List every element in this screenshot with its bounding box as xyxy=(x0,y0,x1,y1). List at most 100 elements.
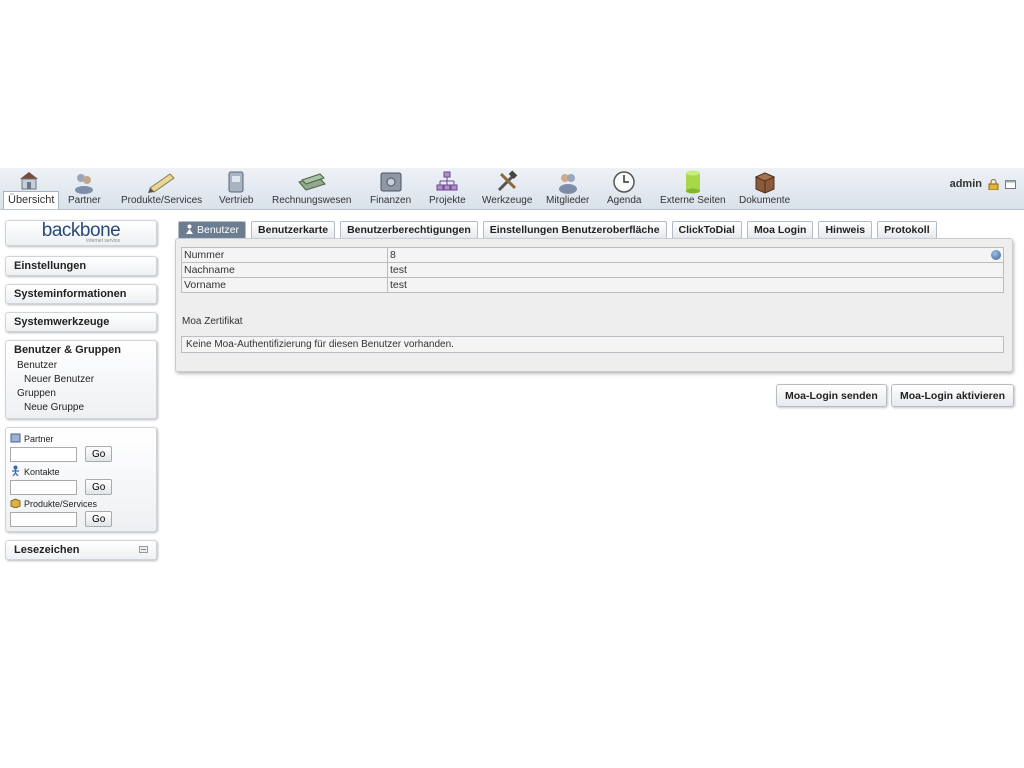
table-row: Vorname test xyxy=(181,277,1004,293)
user-area: admin xyxy=(950,178,1016,190)
field-value-text: 8 xyxy=(390,249,396,261)
field-label-vorname: Vorname xyxy=(181,277,388,293)
hierarchy-icon xyxy=(435,170,459,194)
search-label-partner: Partner xyxy=(10,433,152,445)
tab-moa-login[interactable]: Moa Login xyxy=(746,221,814,238)
box-icon xyxy=(753,170,777,194)
search-label-text: Kontakte xyxy=(24,466,60,477)
moa-certificate-message: Keine Moa-Authentifizierung für diesen B… xyxy=(181,336,1004,353)
tab-einstellungen-benutzeroberflaeche[interactable]: Einstellungen Benutzeroberfläche xyxy=(482,221,667,238)
search-label-produkte: Produkte/Services xyxy=(10,498,152,510)
user-detail-panel: Nummer 8 Nachname test Vorname test Moa … xyxy=(175,238,1013,372)
cylinder-icon xyxy=(683,170,703,194)
moa-login-activate-button[interactable]: Moa-Login aktivieren xyxy=(891,384,1015,407)
table-row: Nummer 8 xyxy=(181,247,1004,263)
nav-item-agenda[interactable]: Agenda xyxy=(607,170,641,206)
tools-icon xyxy=(495,170,519,194)
bookmarks-header: Lesezeichen xyxy=(6,541,156,559)
nav-label: Partner xyxy=(68,195,101,206)
moa-certificate-title: Moa Zertifikat xyxy=(182,316,243,327)
partner-go-button[interactable]: Go xyxy=(85,446,113,462)
tab-benutzerberechtigungen[interactable]: Benutzerberechtigungen xyxy=(340,221,478,238)
search-label-text: Produkte/Services xyxy=(24,499,98,509)
field-value-nachname: test xyxy=(387,262,1004,278)
partner-search-input[interactable] xyxy=(10,446,77,462)
nav-item-dokumente[interactable]: Dokumente xyxy=(739,170,790,206)
quick-search: Partner Go Kontakte Go Produkte/Services… xyxy=(5,427,157,532)
members-icon xyxy=(556,170,580,194)
sidebar-item-einstellungen[interactable]: Einstellungen xyxy=(5,256,157,276)
sidebar-item-label: Systeminformationen xyxy=(14,288,127,300)
sidebar: backbone internet service Einstellungen … xyxy=(5,220,157,568)
produkte-search-input[interactable] xyxy=(10,511,77,527)
window-icon[interactable] xyxy=(1005,179,1016,190)
nav-item-finanzen[interactable]: Finanzen xyxy=(370,170,411,206)
nav-item-produkte-services[interactable]: Produkte/Services xyxy=(121,170,202,206)
sidebar-item-label: Systemwerkzeuge xyxy=(14,316,110,328)
money-icon xyxy=(296,170,328,194)
nav-item-vertrieb[interactable]: Vertrieb xyxy=(219,170,253,206)
info-icon[interactable] xyxy=(991,250,1001,260)
bookmarks-label: Lesezeichen xyxy=(14,544,80,556)
sidebar-link-neue-gruppe[interactable]: Neue Gruppe xyxy=(6,401,156,415)
safe-icon xyxy=(379,170,403,194)
nav-item-mitglieder[interactable]: Mitglieder xyxy=(546,170,589,206)
tab-label: Benutzer xyxy=(197,224,240,236)
sidebar-item-systeminformationen[interactable]: Systeminformationen xyxy=(5,284,157,304)
nav-label: Rechnungswesen xyxy=(272,195,352,206)
sidebar-item-label: Einstellungen xyxy=(14,260,87,272)
nav-label: Projekte xyxy=(429,195,466,206)
house-icon xyxy=(17,169,41,193)
search-row-kontakte: Go xyxy=(10,479,152,495)
sidebar-link-neuer-benutzer[interactable]: Neuer Benutzer xyxy=(6,373,156,387)
nav-label: Mitglieder xyxy=(546,195,590,206)
sidebar-bookmarks[interactable]: Lesezeichen xyxy=(5,540,157,560)
search-row-produkte: Go xyxy=(10,511,152,527)
nav-item-uebersicht[interactable]: Übersicht xyxy=(3,172,60,209)
lock-icon[interactable] xyxy=(988,178,999,190)
expand-icon[interactable] xyxy=(139,544,148,556)
tab-benutzerkarte[interactable]: Benutzerkarte xyxy=(251,221,336,238)
tab-bar: Benutzer Benutzerkarte Benutzerberechtig… xyxy=(178,221,937,238)
field-value-nummer: 8 xyxy=(387,247,1004,263)
people-icon xyxy=(72,170,96,194)
logo[interactable]: backbone internet service xyxy=(42,221,121,244)
produkte-go-button[interactable]: Go xyxy=(85,511,113,527)
sidebar-link-benutzer[interactable]: Benutzer xyxy=(6,359,156,373)
clock-icon xyxy=(612,170,636,194)
nav-label: Finanzen xyxy=(370,195,412,206)
user-info-table: Nummer 8 Nachname test Vorname test xyxy=(181,247,1004,293)
field-value-vorname: test xyxy=(387,277,1004,293)
kontakte-go-button[interactable]: Go xyxy=(85,479,113,495)
sidebar-item-systemwerkzeuge[interactable]: Systemwerkzeuge xyxy=(5,312,157,332)
moa-login-send-button[interactable]: Moa-Login senden xyxy=(776,384,887,407)
sidebar-link-gruppen[interactable]: Gruppen xyxy=(6,387,156,401)
pencil-icon xyxy=(146,170,178,194)
tab-clicktodial[interactable]: ClickToDial xyxy=(671,221,742,238)
tab-hinweis[interactable]: Hinweis xyxy=(818,221,873,238)
nav-item-werkzeuge[interactable]: Werkzeuge xyxy=(482,170,532,206)
nav-item-externe-seiten[interactable]: Externe Seiten xyxy=(660,170,726,206)
nav-item-rechnungswesen[interactable]: Rechnungswesen xyxy=(272,170,352,206)
user-name[interactable]: admin xyxy=(950,178,982,190)
tab-protokoll[interactable]: Protokoll xyxy=(877,221,937,238)
field-label-nachname: Nachname xyxy=(181,262,388,278)
user-icon xyxy=(185,224,194,237)
logo-box: backbone internet service xyxy=(5,220,157,246)
nav-item-partner[interactable]: Partner xyxy=(68,170,101,206)
product-icon xyxy=(10,498,21,510)
nav-label: Agenda xyxy=(607,195,642,206)
kontakte-search-input[interactable] xyxy=(10,479,77,495)
sidebar-group-title[interactable]: Benutzer & Gruppen xyxy=(6,341,156,359)
contact-icon xyxy=(10,465,21,478)
nav-label: Produkte/Services xyxy=(121,195,203,206)
field-label-nummer: Nummer xyxy=(181,247,388,263)
search-row-partner: Go xyxy=(10,446,152,462)
nav-item-projekte[interactable]: Projekte xyxy=(429,170,466,206)
nav-label: Werkzeuge xyxy=(482,195,533,206)
nav-label: Dokumente xyxy=(739,195,791,206)
tab-benutzer[interactable]: Benutzer xyxy=(178,221,247,238)
vertrieb-icon xyxy=(225,170,247,194)
nav-label: Vertrieb xyxy=(219,195,254,206)
sidebar-group-benutzer-gruppen: Benutzer & Gruppen Benutzer Neuer Benutz… xyxy=(5,340,157,419)
